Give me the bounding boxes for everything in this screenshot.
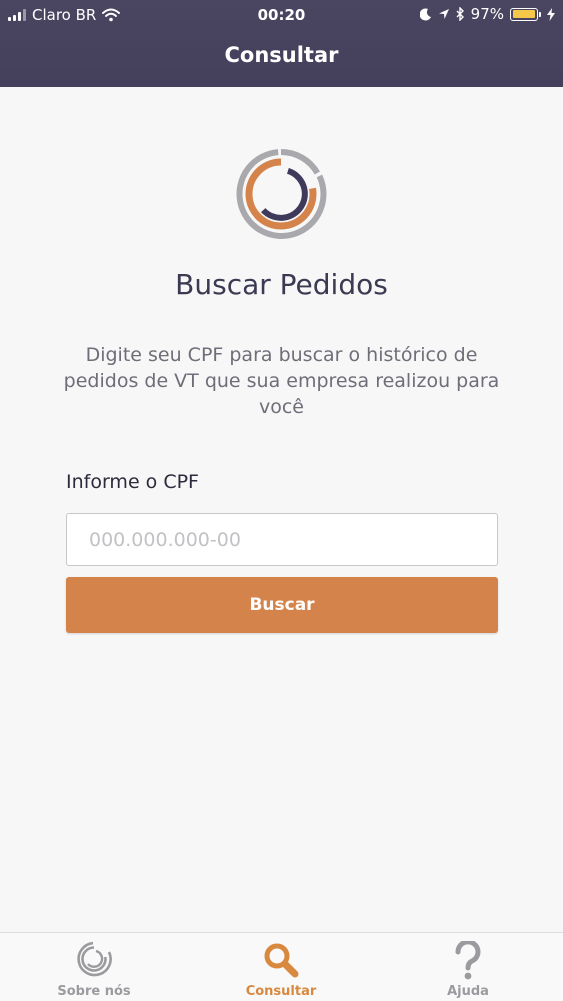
bluetooth-icon: [456, 7, 464, 21]
search-button[interactable]: Buscar: [66, 577, 498, 633]
cpf-label: Informe o CPF: [66, 471, 199, 493]
battery-icon: [510, 7, 538, 21]
tab-sobre-nos[interactable]: Sobre nós: [24, 933, 164, 1001]
status-right: 97%: [419, 5, 555, 23]
charging-bolt-icon: [547, 7, 555, 21]
tab-label: Consultar: [245, 984, 317, 999]
location-arrow-icon: [438, 9, 449, 19]
battery-cap: [539, 11, 541, 17]
tab-label: Ajuda: [447, 984, 489, 999]
moon-icon: [419, 8, 431, 20]
company-logo-icon: [236, 148, 327, 239]
nav-title: Consultar: [224, 43, 339, 67]
tab-consultar[interactable]: Consultar: [211, 933, 351, 1001]
logo-icon: [77, 941, 112, 977]
app-header: Claro BR 00:20 97% Consultar: [0, 0, 563, 87]
battery-level: [512, 10, 535, 18]
tab-bar: Sobre nós Consultar Ajuda: [0, 932, 563, 1001]
tab-label: Sobre nós: [57, 984, 131, 999]
battery-percent: 97%: [470, 5, 504, 23]
page-title: Buscar Pedidos: [175, 268, 388, 301]
status-bar: Claro BR 00:20 97%: [0, 0, 563, 30]
page-description: Digite seu CPF para buscar o histórico d…: [63, 344, 500, 418]
search-icon: [264, 943, 299, 978]
cpf-input[interactable]: [66, 513, 498, 566]
tab-ajuda[interactable]: Ajuda: [398, 933, 538, 1001]
question-icon: [455, 941, 481, 980]
